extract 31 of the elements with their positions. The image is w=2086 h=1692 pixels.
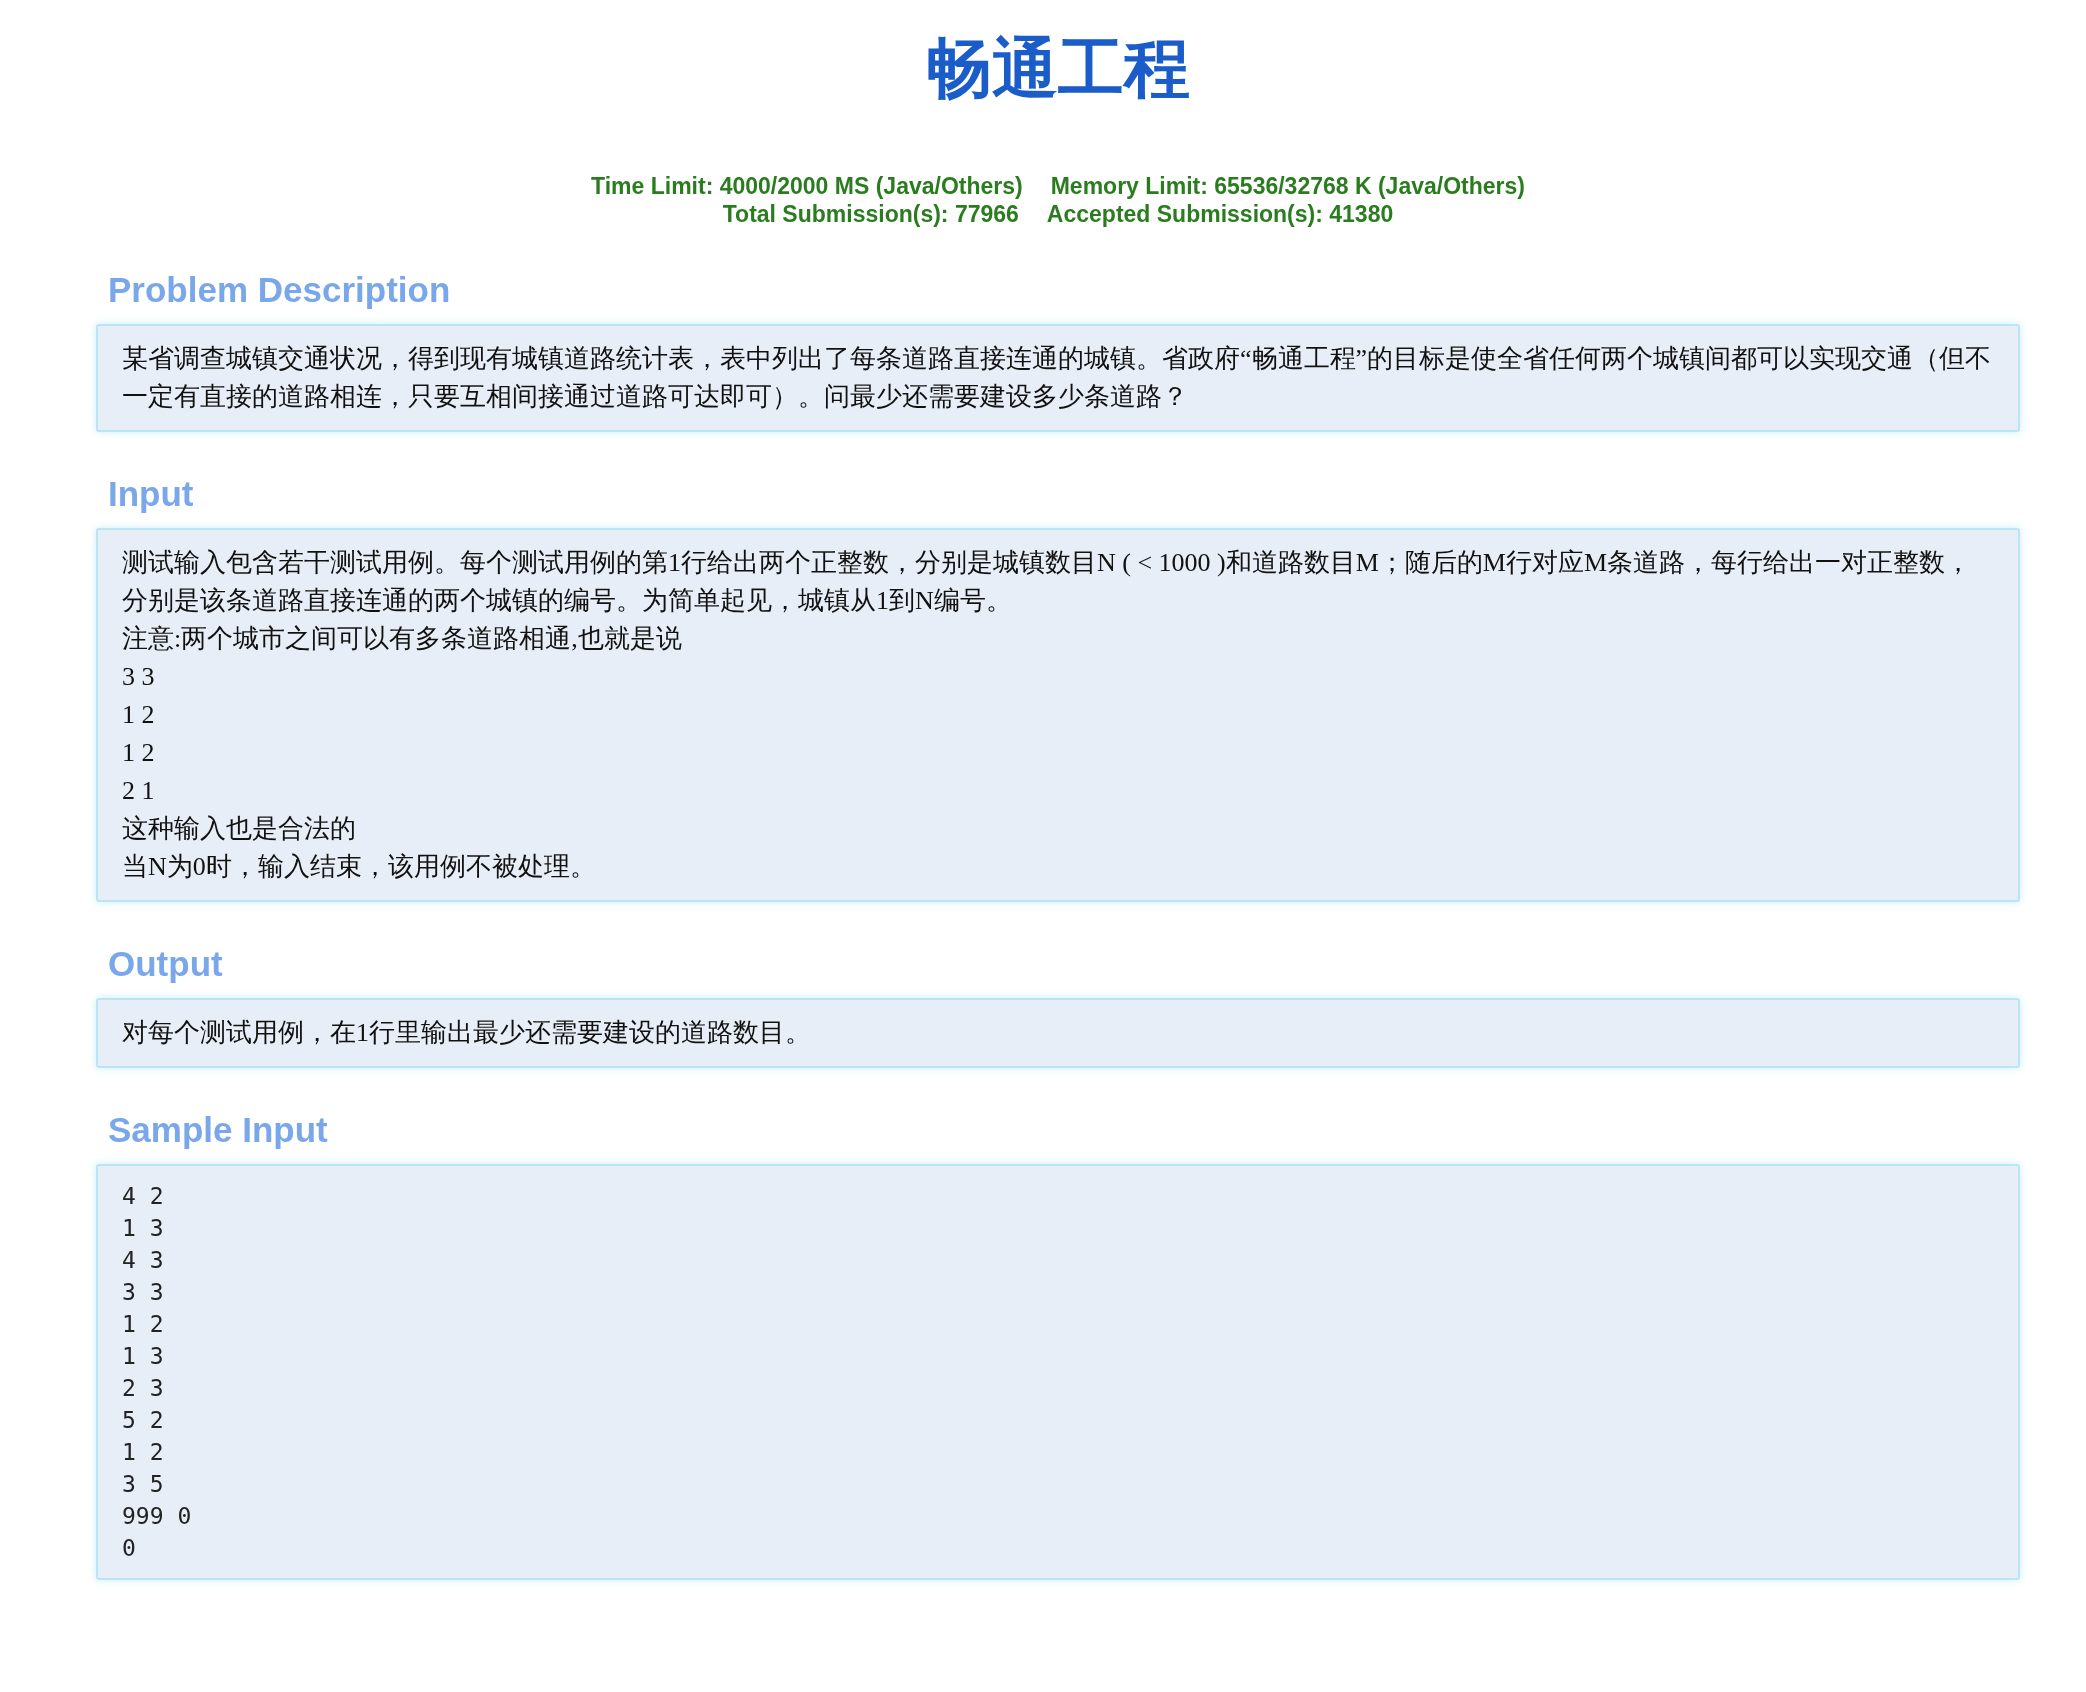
section-heading: Input xyxy=(108,473,194,515)
problem-title: 畅通工程 xyxy=(926,31,1190,107)
sample-input-line: 4 2 xyxy=(122,1182,164,1211)
sample-input-line: 1 2 xyxy=(122,1438,164,1467)
description-text: 对每个测试用例，在1行里输出最少还需要建设的道路数目。 xyxy=(122,1017,812,1049)
section-heading: Output xyxy=(108,943,223,985)
section-heading: Sample Input xyxy=(108,1109,328,1151)
description-text: 测试输入包含若干测试用例。每个测试用例的第1行给出两个正整数，分别是城镇数目N ( < 1000 )和道路数目M；随后的M行对应M条道路，每行给出一对正整数，分别是该条道路直接连通的两个城镇的编号。为简单起见，城镇从1到N编号。 xyxy=(122,547,1973,617)
description-text: 某省调查城镇交通状况，得到现有城镇道路统计表，表中列出了每条道路直接连通的城镇。省政府“畅通工程”的目标是使全省任何两个城镇间都可以实现交通（但不一定有直接的道路相连，只要互相间接通过道路可达即可）。问最少还需要建设多少条道路？ xyxy=(122,343,1993,413)
sample-input-line: 4 3 xyxy=(122,1246,164,1275)
sample-input-line: 2 3 xyxy=(122,1374,164,1403)
problem-limit-text: Total Submission(s): 77966 xyxy=(722,200,1019,228)
sample-input-line: 1 3 xyxy=(122,1342,164,1371)
sample-input-line: 999 0 xyxy=(122,1502,192,1531)
description-text: 1 2 xyxy=(122,699,156,731)
description-text: 3 3 xyxy=(122,661,156,693)
description-text: 这种输入也是合法的 xyxy=(122,813,357,845)
description-text: 注意:两个城市之间可以有多条道路相通,也就是说 xyxy=(122,623,683,655)
problem-limit-text: Time Limit: 4000/2000 MS (Java/Others) xyxy=(591,172,1023,200)
description-text: 当N为0时，输入结束，该用例不被处理。 xyxy=(122,851,597,883)
sample-input-line: 3 5 xyxy=(122,1470,164,1499)
problem-limit-text: Memory Limit: 65536/32768 K (Java/Others) xyxy=(1050,172,1525,200)
description-text: 2 1 xyxy=(122,775,156,807)
sample-input-line: 0 xyxy=(122,1534,136,1563)
sample-input-line: 5 2 xyxy=(122,1406,164,1435)
sample-input-line: 1 3 xyxy=(122,1214,164,1243)
description-text: 1 2 xyxy=(122,737,156,769)
section-heading: Problem Description xyxy=(108,269,451,311)
sample-input-line: 3 3 xyxy=(122,1278,164,1307)
sample-input-line: 1 2 xyxy=(122,1310,164,1339)
problem-limit-text: Accepted Submission(s): 41380 xyxy=(1046,200,1394,228)
